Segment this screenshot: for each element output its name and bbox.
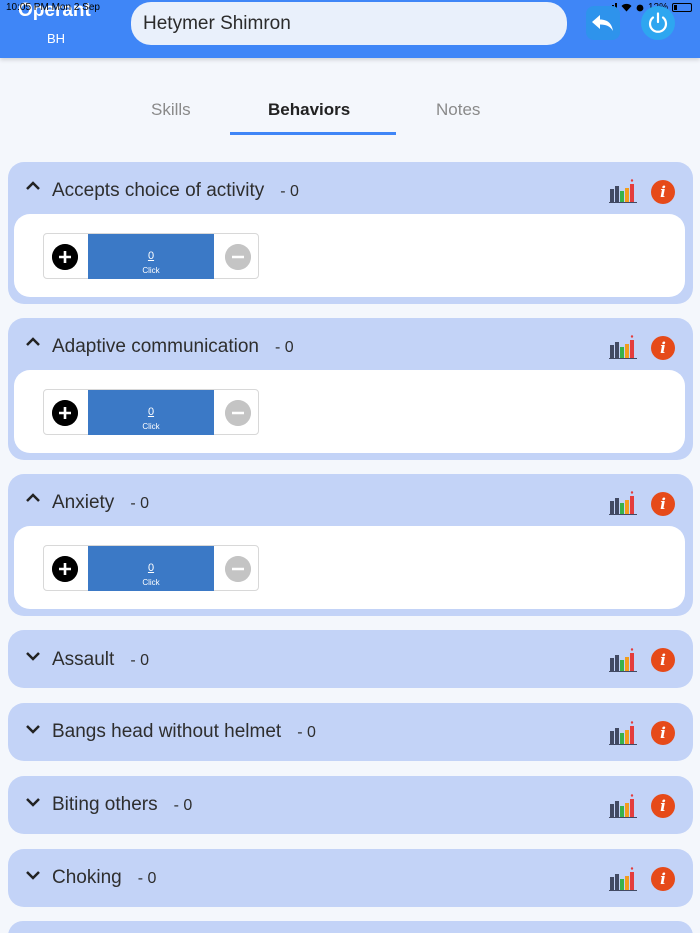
behavior-count: - 0 (297, 724, 316, 741)
counter-label: Click (142, 266, 160, 275)
info-icon[interactable]: i (651, 721, 675, 745)
counter-value: 0 (147, 406, 155, 418)
behavior-title: Adaptive communication - 0 (52, 336, 294, 358)
behavior-count: - 0 (130, 652, 149, 669)
behavior-name: Assault (52, 649, 115, 670)
behavior-name: Anxiety (52, 492, 115, 513)
tab-behaviors[interactable]: Behaviors (268, 100, 350, 120)
behavior-name: Bangs head without helmet (52, 721, 282, 742)
wifi-icon (621, 3, 632, 12)
behavior-title: Accepts choice of activity - 0 (52, 180, 299, 202)
click-counter-button[interactable]: 0 Click (88, 546, 214, 591)
power-button[interactable] (641, 6, 675, 40)
click-counter-button[interactable]: 0 Click (88, 390, 214, 435)
counter-label: Click (142, 422, 160, 431)
chevron-up-icon[interactable] (25, 336, 41, 348)
minus-icon[interactable] (225, 556, 251, 582)
tab-skills[interactable]: Skills (151, 100, 191, 120)
behavior-title: Biting others - 0 (52, 794, 192, 816)
behavior-title: Bangs head without helmet - 0 (52, 721, 316, 743)
behavior-card[interactable]: Anxiety - 0 i 0 Click (8, 474, 693, 616)
behavior-title: Choking - 0 (52, 867, 156, 889)
behavior-title: Assault - 0 (52, 649, 149, 671)
chevron-down-icon[interactable] (25, 650, 41, 662)
power-icon (648, 12, 668, 33)
behavior-count: - 0 (280, 183, 299, 200)
behavior-card[interactable]: Choking - 0 i (8, 849, 693, 907)
info-icon[interactable]: i (651, 794, 675, 818)
minus-icon[interactable] (225, 400, 251, 426)
chevron-down-icon[interactable] (25, 723, 41, 735)
info-icon[interactable]: i (651, 492, 675, 516)
behavior-name: Choking (52, 867, 122, 888)
alarm-icon (636, 4, 644, 12)
active-tab-indicator (230, 132, 396, 135)
behavior-title: Anxiety - 0 (52, 492, 149, 514)
behavior-count: - 0 (275, 339, 294, 356)
behavior-count: - 0 (130, 495, 149, 512)
behavior-card[interactable]: Assault - 0 i (8, 630, 693, 688)
counter-panel: 0 Click (14, 526, 685, 609)
bar-chart-icon[interactable] (609, 491, 637, 515)
chevron-up-icon[interactable] (25, 492, 41, 504)
client-name-field[interactable]: Hetymer Shimron (131, 2, 567, 45)
bar-chart-icon[interactable] (609, 179, 637, 203)
chevron-up-icon[interactable] (25, 180, 41, 192)
behavior-count: - 0 (137, 870, 157, 887)
info-icon[interactable]: i (651, 648, 675, 672)
counter-widget: 0 Click (43, 545, 259, 591)
behavior-name: Accepts choice of activity (52, 180, 265, 201)
counter-value: 0 (147, 562, 155, 574)
bar-chart-icon[interactable] (609, 794, 637, 818)
behavior-card-partial[interactable] (8, 921, 693, 933)
chevron-down-icon[interactable] (25, 796, 41, 808)
back-arrow-icon (592, 15, 613, 31)
plus-icon[interactable] (52, 556, 78, 582)
behavior-card[interactable]: Bangs head without helmet - 0 i (8, 703, 693, 761)
brand-subtitle: BH (47, 31, 66, 46)
status-time: 10:05 PM Mon 2 Sep (6, 2, 100, 13)
behavior-card[interactable]: Adaptive communication - 0 i 0 Click (8, 318, 693, 460)
counter-widget: 0 Click (43, 233, 259, 279)
behavior-name: Biting others (52, 794, 158, 815)
back-button[interactable] (586, 6, 620, 40)
click-counter-button[interactable]: 0 Click (88, 234, 214, 279)
counter-value: 0 (147, 250, 155, 262)
chevron-down-icon[interactable] (25, 869, 41, 881)
bar-chart-icon[interactable] (609, 335, 637, 359)
minus-icon[interactable] (225, 244, 251, 270)
counter-panel: 0 Click (14, 214, 685, 297)
behavior-card[interactable]: Accepts choice of activity - 0 i 0 Click (8, 162, 693, 304)
bar-chart-icon[interactable] (609, 867, 637, 891)
app-header: Operant BH 10:05 PM Mon 2 Sep 12% Hetyme… (0, 0, 700, 58)
plus-icon[interactable] (52, 400, 78, 426)
info-icon[interactable]: i (651, 180, 675, 204)
behavior-count: - 0 (173, 797, 193, 814)
info-icon[interactable]: i (651, 336, 675, 360)
behavior-name: Adaptive communication (52, 336, 259, 357)
bar-chart-icon[interactable] (609, 648, 637, 672)
plus-icon[interactable] (52, 244, 78, 270)
battery-icon (672, 3, 692, 12)
counter-widget: 0 Click (43, 389, 259, 435)
bar-chart-icon[interactable] (609, 721, 637, 745)
counter-label: Click (142, 578, 160, 587)
behavior-card[interactable]: Biting others - 0 i (8, 776, 693, 834)
info-icon[interactable]: i (651, 867, 675, 891)
tab-notes[interactable]: Notes (436, 100, 480, 120)
counter-panel: 0 Click (14, 370, 685, 453)
